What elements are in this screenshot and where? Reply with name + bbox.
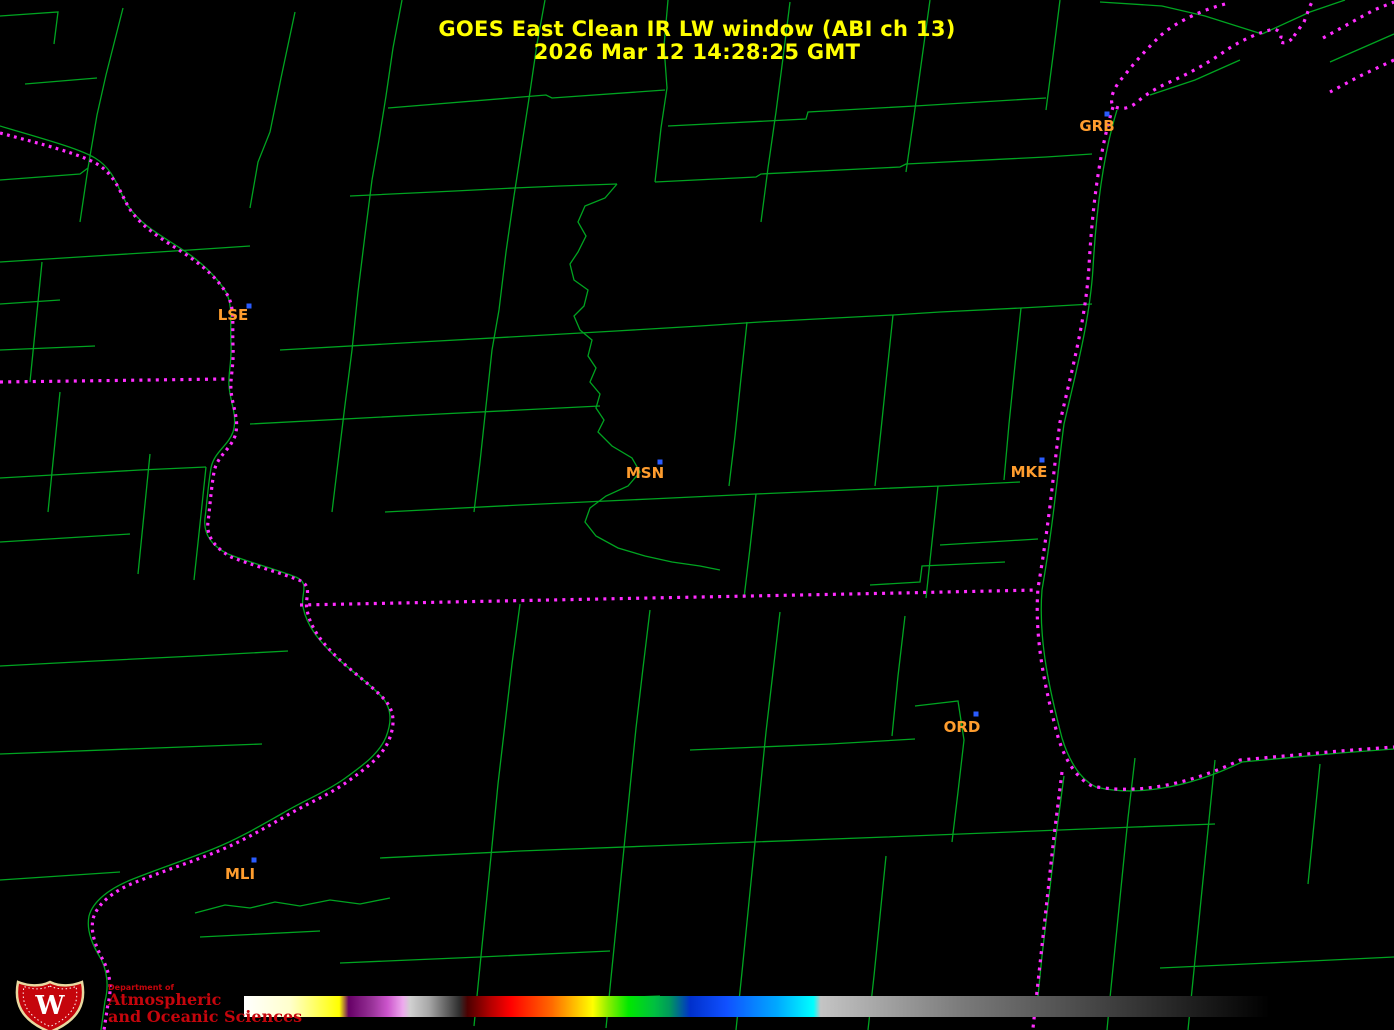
county-boundary-line [1187, 759, 1216, 1030]
uw-aos-logo: W Department of Atmospheric and Oceanic … [6, 980, 302, 1030]
map-canvas: GRB LSE MSN MKE ORD MLI [0, 0, 1394, 1030]
city-markers-layer: GRB LSE MSN MKE ORD MLI [218, 111, 1115, 883]
county-boundary-line [0, 650, 289, 667]
county-boundary-line [689, 738, 916, 751]
county-boundary-line [874, 314, 894, 487]
county-boundary-line [0, 345, 96, 351]
state-border-river [0, 131, 395, 1030]
county-boundary-line [79, 7, 124, 223]
county-boundary-line [1329, 33, 1394, 63]
city-label-MSN: MSN [626, 464, 664, 482]
county-boundary-line [925, 485, 939, 599]
city-label-GRB: GRB [1079, 117, 1114, 135]
state-borders-layer [0, 0, 1394, 1030]
county-boundaries-layer [0, 0, 1394, 1030]
county-boundary-line [0, 167, 89, 181]
county-boundary-line [1307, 763, 1321, 885]
county-boundary-line [743, 493, 757, 599]
satellite-image-viewer: GRB LSE MSN MKE ORD MLI GOES East Clean IR LW… [0, 0, 1394, 1030]
county-boundary-line [939, 538, 1039, 546]
county-boundary-line [654, 153, 1093, 183]
county-boundary-line [473, 195, 515, 513]
county-boundary-line [891, 615, 906, 737]
county-boundary-line [905, 0, 931, 173]
county-boundary-line [1261, 0, 1346, 35]
logo-name-line2: and Oceanic Sciences [108, 1007, 303, 1027]
state-border-border [1031, 771, 1064, 1029]
county-boundary-line [667, 97, 1047, 127]
county-boundary-line [29, 261, 43, 383]
city-marker-GRB [1104, 111, 1110, 117]
county-boundary-line [387, 89, 666, 109]
temperature-colorbar [244, 996, 1270, 1017]
state-border-shore [1329, 58, 1394, 94]
uw-crest-icon: W [15, 980, 85, 1030]
city-marker-ORD [973, 711, 979, 717]
county-boundary-line [728, 321, 748, 487]
county-boundary-line [0, 743, 263, 755]
state-border-shore [1109, 2, 1296, 110]
county-boundary-line [1106, 757, 1136, 1030]
county-boundary-line [1035, 775, 1065, 1017]
uw-aos-logo-text: Department of Atmospheric and Oceanic Sc… [108, 980, 302, 1026]
county-boundary-line [47, 391, 61, 513]
county-boundary-line [24, 77, 98, 85]
county-boundary-line [1149, 59, 1241, 96]
county-boundary-line [0, 125, 391, 1030]
county-boundary-line [349, 183, 618, 197]
county-boundary-line [491, 603, 521, 847]
county-boundary-line [137, 453, 151, 575]
city-marker-MLI [251, 857, 257, 863]
county-boundary-line [623, 609, 651, 849]
county-boundary-line [0, 466, 207, 479]
county-boundary-line [331, 179, 373, 513]
county-boundary-line [194, 897, 391, 914]
county-boundary-line [513, 0, 546, 197]
county-boundary-line [1099, 1, 1263, 35]
county-boundary-line [384, 481, 1021, 513]
county-boundary-line [371, 0, 403, 181]
city-label-MLI: MLI [225, 865, 255, 883]
state-border-border [0, 377, 226, 384]
county-boundary-line [753, 611, 781, 853]
county-boundary-line [1003, 307, 1022, 481]
county-boundary-line [379, 823, 1216, 859]
state-border-shore [1035, 106, 1394, 791]
state-border-shore [1322, 0, 1394, 40]
city-label-LSE: LSE [218, 306, 249, 324]
county-boundary-line [249, 11, 296, 209]
county-boundary-line [0, 533, 131, 543]
county-boundary-line [0, 11, 59, 45]
county-boundary-line [0, 871, 121, 881]
county-boundary-line [760, 1, 791, 223]
county-boundary-line [0, 245, 251, 263]
county-boundary-line [249, 405, 601, 425]
county-boundary-line [279, 303, 1093, 351]
county-boundary-line [1040, 109, 1394, 792]
city-label-MKE: MKE [1011, 463, 1048, 481]
city-label-ORD: ORD [944, 718, 981, 736]
county-boundary-line [569, 183, 721, 571]
city-marker-MKE [1039, 457, 1045, 463]
county-boundary-line [1045, 0, 1061, 111]
svg-text:W: W [34, 991, 65, 1021]
county-boundary-line [339, 950, 611, 964]
county-boundary-line [869, 561, 1006, 586]
county-boundary-line [199, 930, 321, 938]
county-boundary-line [0, 299, 61, 305]
